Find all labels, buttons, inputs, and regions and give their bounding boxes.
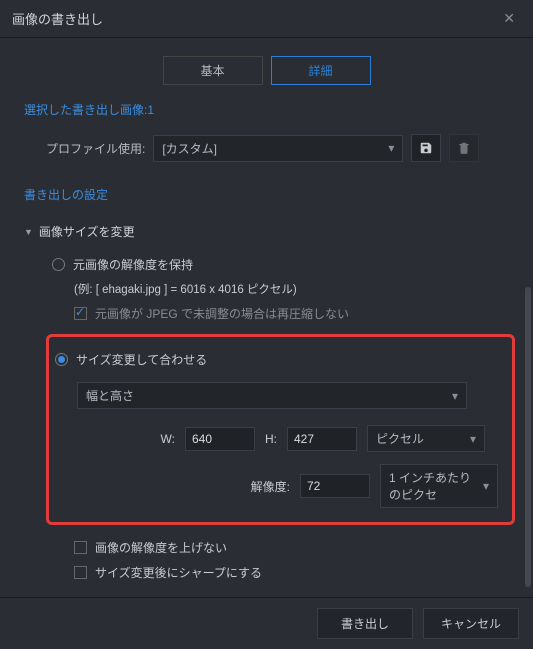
group-image-size-title: 画像サイズを変更 bbox=[39, 223, 135, 240]
resolution-row: 解像度: 1 インチあたりのピクセ ▾ bbox=[55, 456, 498, 508]
chevron-down-icon: ▾ bbox=[483, 479, 489, 493]
cancel-button[interactable]: キャンセル bbox=[423, 608, 519, 639]
delete-profile-button bbox=[449, 134, 479, 162]
save-profile-button[interactable] bbox=[411, 134, 441, 162]
triangle-down-icon: ▼ bbox=[24, 227, 33, 237]
radio-keep-original[interactable]: 元画像の解像度を保持 bbox=[52, 252, 515, 277]
width-height-row: W: H: ピクセル ▾ bbox=[55, 421, 498, 456]
profile-label: プロファイル使用: bbox=[46, 140, 145, 157]
tab-basic[interactable]: 基本 bbox=[163, 56, 263, 85]
floppy-icon bbox=[419, 141, 433, 155]
chevron-down-icon: ▾ bbox=[452, 389, 458, 403]
chevron-down-icon: ▾ bbox=[470, 432, 476, 446]
export-button[interactable]: 書き出し bbox=[317, 608, 413, 639]
radio-icon bbox=[55, 353, 68, 366]
checkbox-icon bbox=[74, 307, 87, 320]
check-no-upscale[interactable]: 画像の解像度を上げない bbox=[52, 535, 515, 560]
radio-icon bbox=[52, 258, 65, 271]
checkbox-icon bbox=[74, 566, 87, 579]
profile-row: プロファイル使用: [カスタム] ▾ bbox=[24, 130, 515, 176]
scrollbar-thumb[interactable] bbox=[525, 287, 531, 587]
title-bar: 画像の書き出し ✕ bbox=[0, 0, 533, 38]
original-example-text: (例: [ ehagaki.jpg ] = 6016 x 4016 ピクセル) bbox=[52, 277, 515, 301]
radio-resize-fit[interactable]: サイズ変更して合わせる bbox=[55, 347, 498, 372]
resolution-label: 解像度: bbox=[251, 478, 290, 495]
checkbox-icon bbox=[74, 541, 87, 554]
check-no-recompress: 元画像が JPEG で未調整の場合は再圧縮しない bbox=[52, 301, 515, 326]
height-label: H: bbox=[265, 432, 277, 446]
profile-select[interactable]: [カスタム] ▾ bbox=[153, 135, 403, 162]
size-unit-value: ピクセル bbox=[376, 430, 424, 447]
radio-resize-fit-label: サイズ変更して合わせる bbox=[76, 351, 207, 368]
chevron-down-icon: ▾ bbox=[388, 141, 394, 155]
selected-images-row: 選択した書き出し画像:1 bbox=[24, 101, 515, 118]
check-sharpen[interactable]: サイズ変更後にシャープにする bbox=[52, 560, 515, 585]
export-settings-header: 書き出しの設定 bbox=[24, 186, 515, 203]
resize-highlight-box: サイズ変更して合わせる 幅と高さ ▾ W: H: ピクセル ▾ bbox=[46, 334, 515, 525]
resize-mode-select[interactable]: 幅と高さ ▾ bbox=[77, 382, 467, 409]
group-image-size-body: 元画像の解像度を保持 (例: [ ehagaki.jpg ] = 6016 x … bbox=[24, 246, 515, 591]
profile-select-value: [カスタム] bbox=[162, 140, 217, 157]
size-unit-select[interactable]: ピクセル ▾ bbox=[367, 425, 485, 452]
width-input[interactable] bbox=[185, 427, 255, 451]
check-sharpen-label: サイズ変更後にシャープにする bbox=[95, 564, 262, 581]
check-no-upscale-label: 画像の解像度を上げない bbox=[95, 539, 227, 556]
scrollbar[interactable] bbox=[525, 287, 531, 617]
group-image-size: ▼ 画像サイズを変更 元画像の解像度を保持 (例: [ ehagaki.jpg … bbox=[24, 217, 515, 591]
resolution-unit-value: 1 インチあたりのピクセ bbox=[389, 469, 483, 503]
selected-images-label: 選択した書き出し画像: bbox=[24, 103, 147, 117]
tab-bar: 基本 詳細 bbox=[0, 38, 533, 97]
width-label: W: bbox=[77, 432, 175, 446]
dialog-title: 画像の書き出し bbox=[12, 9, 103, 28]
resolution-unit-select[interactable]: 1 インチあたりのピクセ ▾ bbox=[380, 464, 498, 508]
trash-icon bbox=[457, 141, 471, 155]
dialog-footer: 書き出し キャンセル bbox=[0, 597, 533, 649]
dialog-body: 選択した書き出し画像:1 プロファイル使用: [カスタム] ▾ 書き出しの設定 … bbox=[0, 97, 533, 617]
resolution-input[interactable] bbox=[300, 474, 370, 498]
check-no-recompress-label: 元画像が JPEG で未調整の場合は再圧縮しない bbox=[95, 305, 349, 322]
height-input[interactable] bbox=[287, 427, 357, 451]
close-icon[interactable]: ✕ bbox=[497, 8, 521, 29]
radio-keep-original-label: 元画像の解像度を保持 bbox=[73, 256, 193, 273]
tab-advanced[interactable]: 詳細 bbox=[271, 56, 371, 85]
resize-mode-value: 幅と高さ bbox=[86, 387, 134, 404]
group-image-size-header[interactable]: ▼ 画像サイズを変更 bbox=[24, 217, 515, 246]
selected-images-count: 1 bbox=[147, 103, 154, 117]
